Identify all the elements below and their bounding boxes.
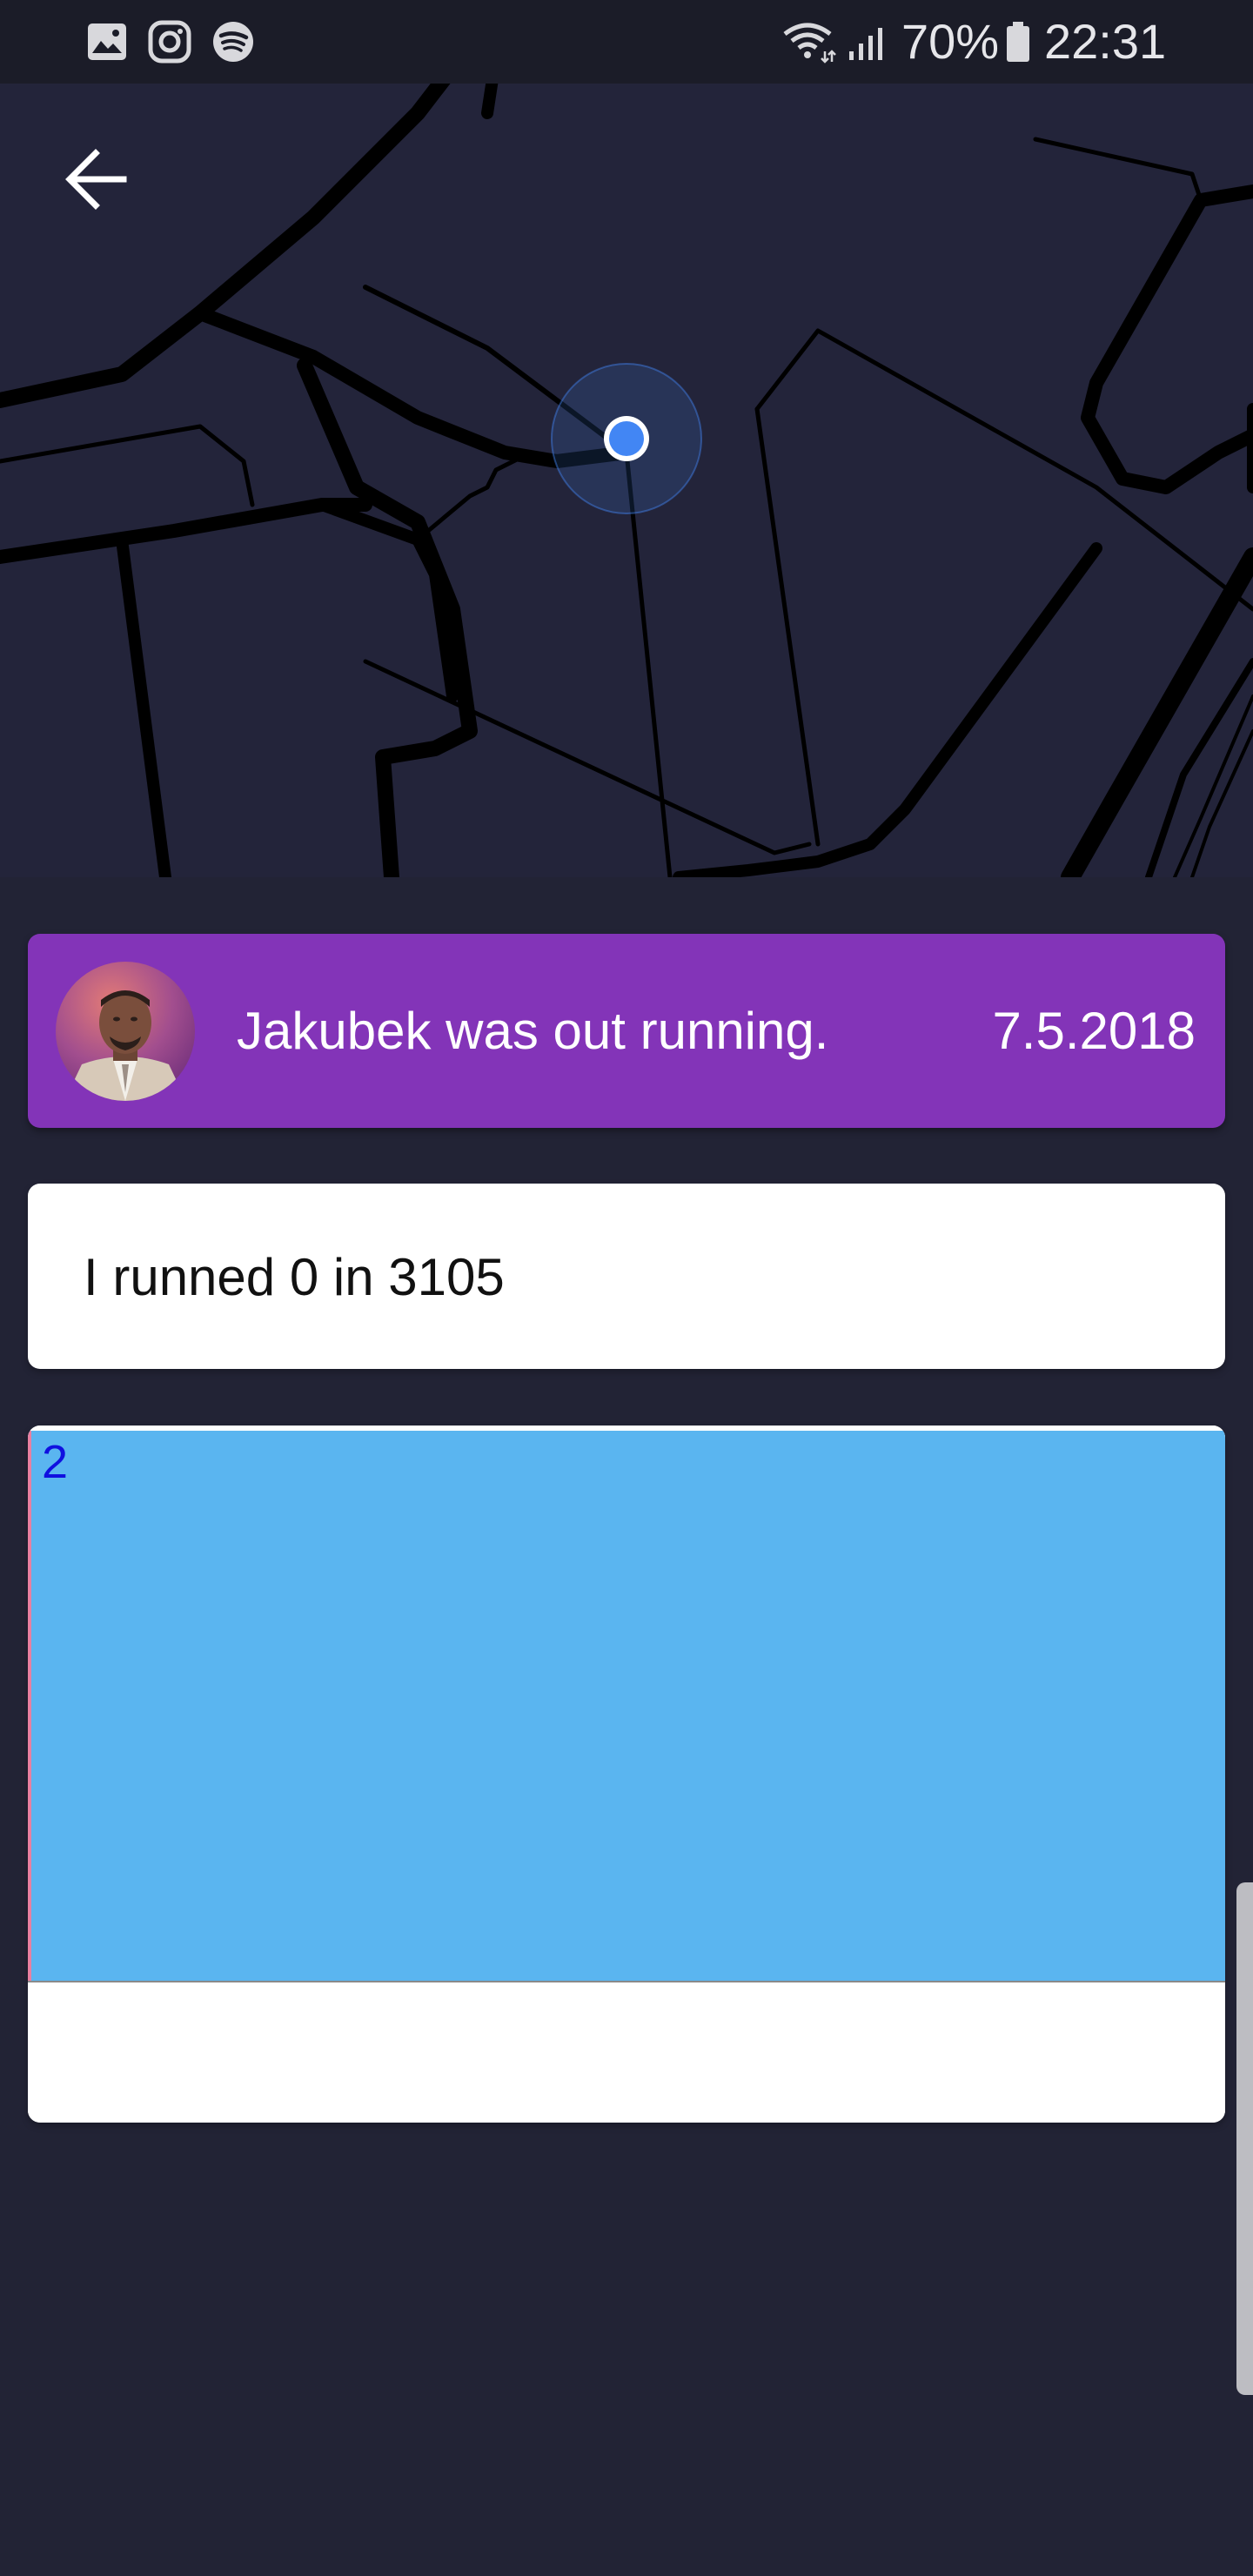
route-map[interactable] [0,0,1253,877]
activity-chart: 2 [28,1426,1225,2123]
wifi-icon [783,23,836,64]
activity-summary-card: I runned 0 in 3105 [28,1184,1225,1369]
battery-icon [1007,22,1029,62]
activity-detail-screen: 70% 22:31 Jakubek was out running. 7.5.2… [0,0,1253,2576]
location-marker [609,421,644,456]
arrow-left-icon [65,149,127,210]
chart-series-area-0 [28,1431,1225,1981]
spotify-icon [213,22,253,62]
back-button[interactable] [57,139,137,219]
activity-summary: I runned 0 in 3105 [84,1248,505,1306]
activity-header-card[interactable]: Jakubek was out running. 7.5.2018 [28,934,1225,1128]
activity-title: Jakubek was out running. [237,1002,829,1060]
clock: 22:31 [1044,14,1167,69]
user-photo [56,962,195,1101]
status-bar: 70% 22:31 [0,0,1253,84]
scrollbar-thumb[interactable] [1236,1882,1253,2395]
activity-date: 7.5.2018 [992,1002,1196,1060]
instagram-icon [148,20,191,64]
battery-percent: 70% [901,14,1000,69]
map-roads [0,0,1253,877]
activity-chart-card: 2 [28,1426,1225,2123]
signal-icon [849,28,882,60]
chart-y-tick-label: 2 [42,1436,68,1488]
gallery-icon [88,23,126,60]
avatar[interactable] [56,962,195,1101]
